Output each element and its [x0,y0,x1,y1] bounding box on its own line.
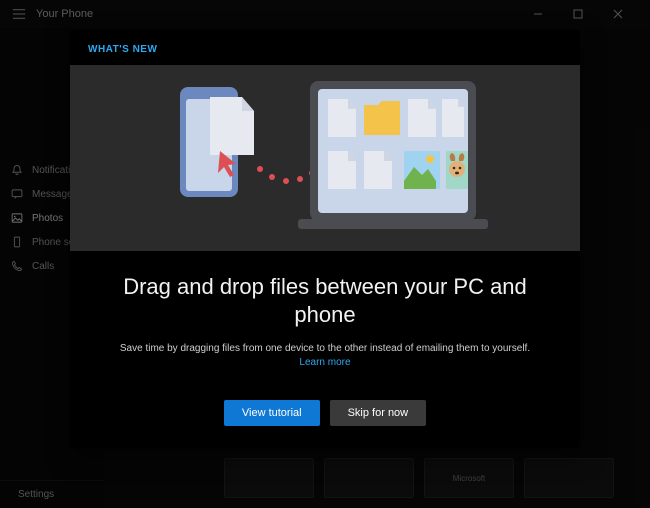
phone-icon [10,260,24,272]
sidebar-item-label: Calls [32,261,54,272]
modal-overlay: WHAT'S NEW [0,0,650,508]
minimize-button[interactable] [518,0,558,28]
whats-new-modal: WHAT'S NEW [70,30,580,448]
modal-badge: WHAT'S NEW [70,30,580,65]
titlebar: Your Phone [0,0,650,28]
learn-more-link[interactable]: Learn more [299,357,350,368]
background-tile [324,458,414,498]
modal-description: Save time by dragging files from one dev… [106,342,544,370]
maximize-button[interactable] [558,0,598,28]
message-icon [10,188,24,200]
sidebar-item-settings[interactable]: Settings [0,480,104,508]
window-controls [518,0,638,28]
hamburger-icon[interactable] [12,7,26,21]
view-tutorial-button[interactable]: View tutorial [224,400,320,426]
sidebar-item-label: Photos [32,213,63,224]
illustration [70,65,580,251]
close-button[interactable] [598,0,638,28]
sidebar-item-label: Settings [18,489,54,500]
bell-icon [10,164,24,176]
background-tile [224,458,314,498]
photo-icon [10,212,24,224]
modal-buttons: View tutorial Skip for now [70,394,580,448]
background-tile [524,458,614,498]
background-tile-microsoft: Microsoft [424,458,514,498]
skip-button[interactable]: Skip for now [330,400,427,426]
phone-screen-icon [10,236,24,248]
modal-title: Drag and drop files between your PC and … [106,273,544,328]
app-title: Your Phone [36,8,93,20]
